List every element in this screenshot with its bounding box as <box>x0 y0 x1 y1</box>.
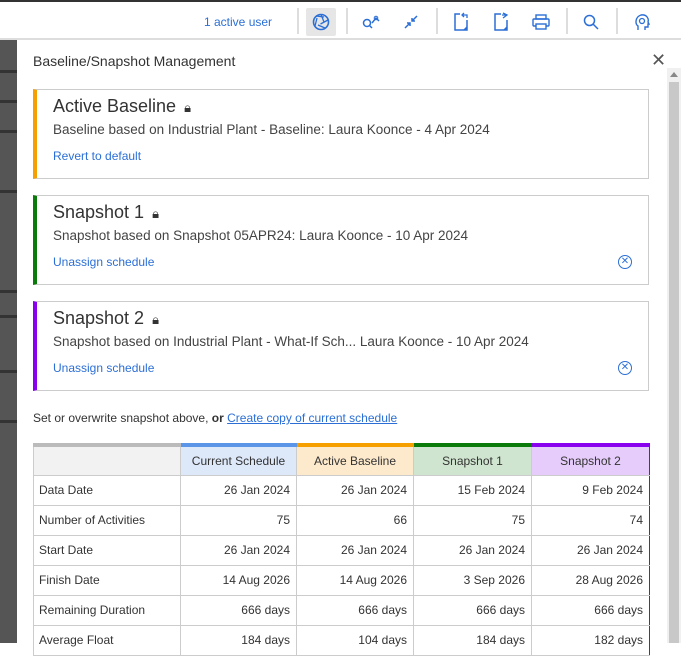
trace-logic-button[interactable] <box>357 8 387 36</box>
card-description: Baseline based on Industrial Plant - Bas… <box>53 122 490 137</box>
lock-icon: 🔒︎ <box>152 206 159 221</box>
baseline-snapshot-panel: Baseline/Snapshot Management ✕ Active Ba… <box>17 40 681 656</box>
table-cell: 666 days <box>531 594 650 626</box>
import-button[interactable] <box>446 8 476 36</box>
table-cell: 66 <box>296 504 414 536</box>
print-button[interactable] <box>526 8 556 36</box>
lock-icon: 🔒︎ <box>152 312 159 327</box>
table-cell: 666 days <box>413 594 532 626</box>
snapshot-1-card: Snapshot 1 🔒︎ Snapshot based on Snapshot … <box>33 195 649 285</box>
divider <box>566 8 568 34</box>
note-bold: or <box>211 411 224 425</box>
row-label: Number of Activities <box>33 504 181 536</box>
lock-icon: 🔒︎ <box>184 100 191 115</box>
table-cell: 74 <box>531 504 650 536</box>
table-cell: 26 Jan 2024 <box>180 534 297 566</box>
unassign-schedule-link[interactable]: Unassign schedule <box>53 255 154 269</box>
table-cell: 666 days <box>180 594 297 626</box>
top-toolbar: 1 active user <box>0 0 681 40</box>
header-snapshot-2: Snapshot 2 <box>531 443 650 476</box>
table-cell: 26 Jan 2024 <box>180 474 297 506</box>
row-label: Start Date <box>33 534 181 566</box>
panel-title: Baseline/Snapshot Management <box>33 53 236 69</box>
table-cell: 184 days <box>180 624 297 656</box>
create-copy-link[interactable]: Create copy of current schedule <box>227 411 397 425</box>
background-schedule-view <box>0 40 17 643</box>
export-button[interactable] <box>486 8 516 36</box>
unassign-schedule-link[interactable]: Unassign schedule <box>53 361 154 375</box>
collapse-button[interactable] <box>396 8 426 36</box>
print-icon <box>532 14 550 30</box>
table-row: Remaining Duration 666 days 666 days 666 da… <box>33 594 650 626</box>
collapse-icon <box>404 15 418 29</box>
head-gear-icon <box>635 14 651 30</box>
scrollbar-thumb[interactable] <box>669 82 679 643</box>
revert-to-default-link[interactable]: Revert to default <box>53 149 141 163</box>
export-icon <box>494 12 509 31</box>
table-cell: 3 Sep 2026 <box>413 564 532 596</box>
close-icon[interactable]: ✕ <box>651 50 666 71</box>
divider <box>297 8 299 34</box>
divider <box>436 8 438 34</box>
table-cell: 28 Aug 2026 <box>531 564 650 596</box>
table-row: Finish Date 14 Aug 2026 14 Aug 2026 3 Sep 2… <box>33 564 650 596</box>
active-baseline-card: Active Baseline 🔒︎ Baseline based on Indu… <box>33 89 649 179</box>
remove-circle-icon[interactable]: ✕ <box>618 361 632 375</box>
header-snapshot-1: Snapshot 1 <box>413 443 532 476</box>
baseline-snapshot-button[interactable] <box>306 8 336 36</box>
import-icon <box>454 12 468 31</box>
table-row: Number of Activities 75 66 75 74 <box>33 504 650 536</box>
table-cell: 26 Jan 2024 <box>413 534 532 566</box>
snapshot-note: Set or overwrite snapshot above, or Crea… <box>33 411 397 425</box>
scroll-up-icon[interactable] <box>670 72 678 77</box>
snapshot-2-card: Snapshot 2 🔒︎ Snapshot based on Industria… <box>33 301 649 391</box>
row-label: Remaining Duration <box>33 594 181 626</box>
header-active-baseline: Active Baseline <box>296 443 414 476</box>
card-title: Snapshot 1 <box>53 202 145 222</box>
card-description: Snapshot based on Snapshot 05APR24: Laur… <box>53 228 469 243</box>
table-cell: 26 Jan 2024 <box>296 534 414 566</box>
card-title: Snapshot 2 <box>53 308 145 328</box>
table-cell: 75 <box>180 504 297 536</box>
header-current-schedule: Current Schedule <box>180 443 297 476</box>
table-cell: 26 Jan 2024 <box>296 474 414 506</box>
ai-assistant-button[interactable] <box>627 8 657 36</box>
header-blank <box>33 443 181 476</box>
table-cell: 15 Feb 2024 <box>413 474 532 506</box>
search-icon <box>583 14 599 30</box>
aperture-icon <box>312 13 330 31</box>
table-row: Average Float 184 days 104 days 184 days 182… <box>33 624 650 656</box>
table-cell: 75 <box>413 504 532 536</box>
card-description: Snapshot based on Industrial Plant - Wha… <box>53 334 529 349</box>
table-row: Start Date 26 Jan 2024 26 Jan 2024 26 Jan 2… <box>33 534 650 566</box>
remove-circle-icon[interactable]: ✕ <box>618 255 632 269</box>
note-text: Set or overwrite snapshot above, <box>33 411 209 425</box>
divider <box>346 8 348 34</box>
card-title: Active Baseline <box>53 96 177 116</box>
table-cell: 14 Aug 2026 <box>296 564 414 596</box>
table-cell: 666 days <box>296 594 414 626</box>
table-cell: 9 Feb 2024 <box>531 474 650 506</box>
row-label: Finish Date <box>33 564 181 596</box>
table-cell: 26 Jan 2024 <box>531 534 650 566</box>
scrollbar[interactable] <box>667 68 681 643</box>
trace-logic-icon <box>362 15 380 29</box>
row-label: Average Float <box>33 624 181 656</box>
row-label: Data Date <box>33 474 181 506</box>
divider <box>616 8 618 34</box>
active-users-link[interactable]: 1 active user <box>204 15 272 29</box>
table-cell: 14 Aug 2026 <box>180 564 297 596</box>
table-cell: 104 days <box>296 624 414 656</box>
table-row: Data Date 26 Jan 2024 26 Jan 2024 15 Feb 20… <box>33 474 650 506</box>
search-button[interactable] <box>576 8 606 36</box>
table-cell: 182 days <box>531 624 650 656</box>
comparison-table: Current Schedule Active Baseline Snapsho… <box>33 443 650 656</box>
table-cell: 184 days <box>413 624 532 656</box>
